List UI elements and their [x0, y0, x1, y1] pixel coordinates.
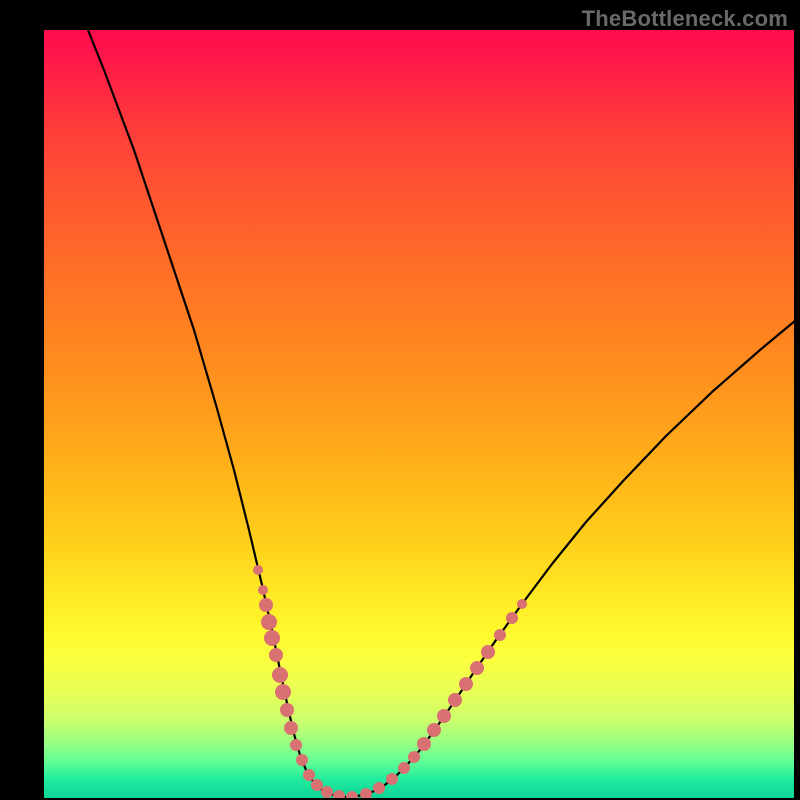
data-point: [290, 739, 302, 751]
data-point: [280, 703, 294, 717]
data-point: [437, 709, 451, 723]
data-point: [272, 667, 288, 683]
data-point: [373, 782, 385, 794]
data-point: [427, 723, 441, 737]
data-point: [258, 585, 268, 595]
data-point: [269, 648, 283, 662]
data-point: [448, 693, 462, 707]
data-point: [494, 629, 506, 641]
data-point: [261, 614, 277, 630]
data-point: [360, 788, 372, 798]
bottleneck-curve: [44, 30, 794, 798]
data-points: [253, 565, 527, 798]
data-point: [481, 645, 495, 659]
data-point: [296, 754, 308, 766]
data-point: [311, 779, 323, 791]
data-point: [333, 790, 345, 798]
chart-root: TheBottleneck.com: [0, 0, 800, 800]
gradient-plot-area: [44, 30, 794, 798]
watermark-text: TheBottleneck.com: [582, 6, 788, 32]
data-point: [417, 737, 431, 751]
data-point: [264, 630, 280, 646]
data-point: [253, 565, 263, 575]
data-point: [303, 769, 315, 781]
data-point: [346, 791, 358, 798]
data-point: [408, 751, 420, 763]
data-point: [517, 599, 527, 609]
data-point: [398, 762, 410, 774]
data-point: [506, 612, 518, 624]
data-point: [284, 721, 298, 735]
data-point: [459, 677, 473, 691]
curve-path: [80, 30, 794, 797]
data-point: [470, 661, 484, 675]
data-point: [275, 684, 291, 700]
data-point: [386, 773, 398, 785]
data-point: [259, 598, 273, 612]
data-point: [321, 786, 333, 798]
